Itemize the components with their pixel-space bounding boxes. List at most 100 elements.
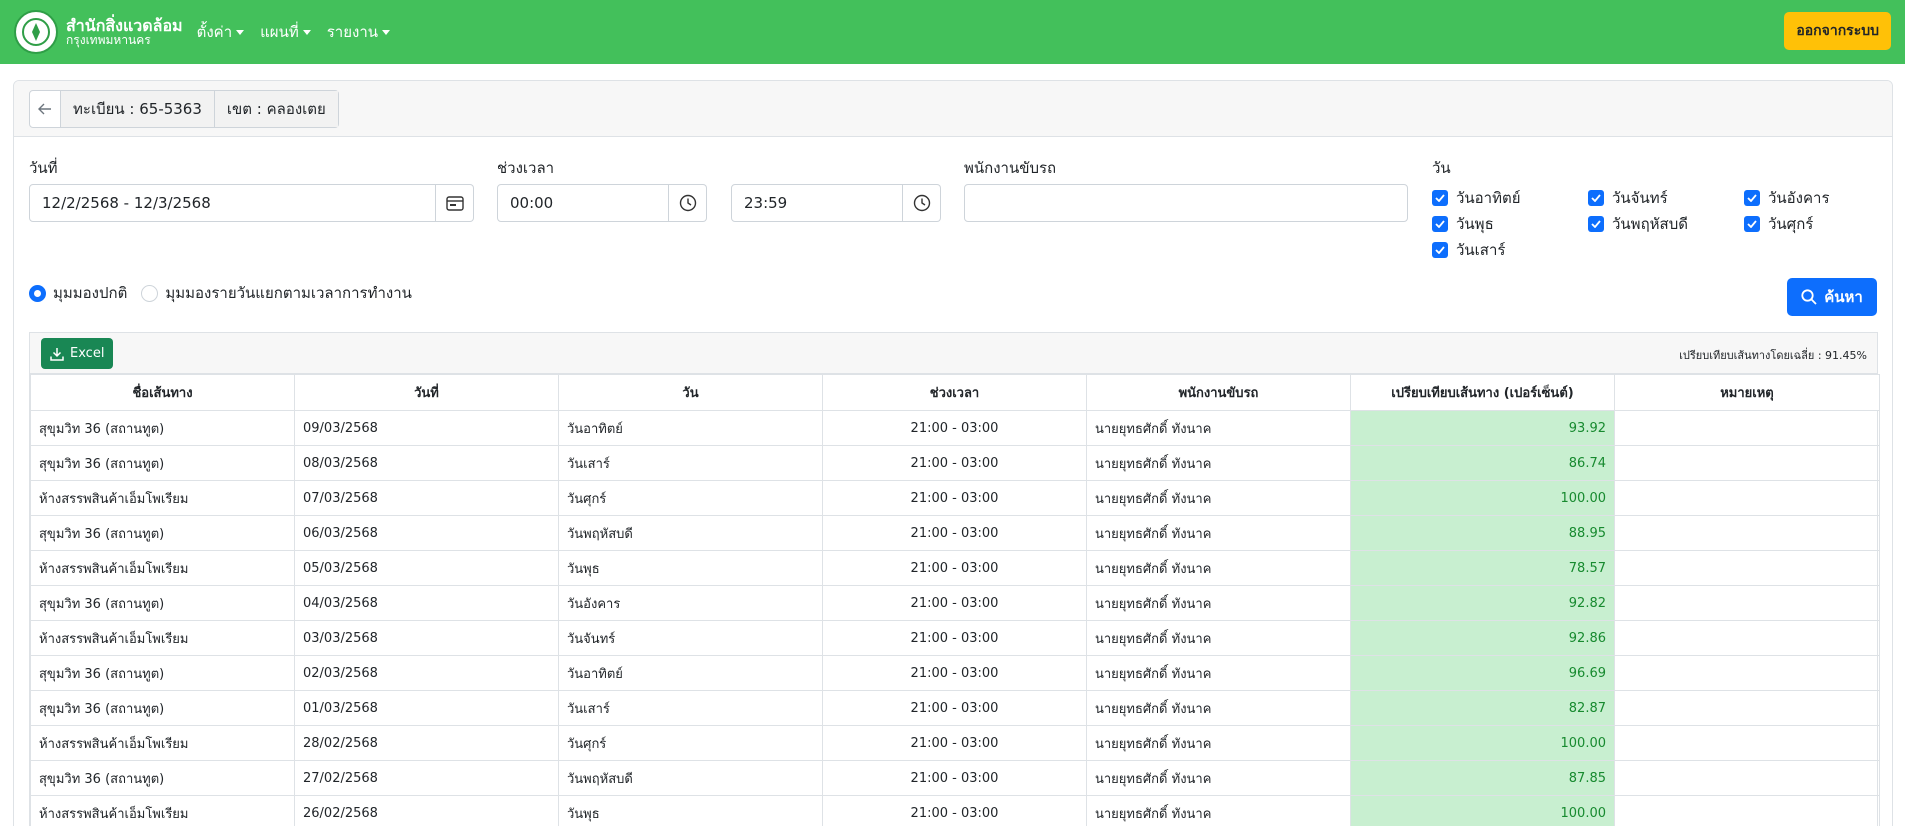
menu-map[interactable]: แผนที่ bbox=[260, 20, 311, 44]
cell-day: วันอังคาร bbox=[558, 585, 823, 621]
cell-day: วันอาทิตย์ bbox=[558, 410, 823, 446]
cell-date: 04/03/2568 bbox=[294, 585, 559, 621]
cell-remark bbox=[1614, 550, 1880, 586]
results-table: ชื่อเส้นทาง วันที่ วัน ช่วงเวลา พนักงานข… bbox=[30, 374, 1880, 826]
cell-remark bbox=[1614, 690, 1880, 726]
cell-time-range: 21:00 - 03:00 bbox=[822, 725, 1087, 761]
table-row: ห้างสรรพสินค้าเอ็มโพเรียม 28/02/2568 วัน… bbox=[30, 725, 1880, 761]
cell-time-range: 21:00 - 03:00 bbox=[822, 445, 1087, 481]
checkbox-checked-icon bbox=[1744, 216, 1760, 232]
cell-day: วันเสาร์ bbox=[558, 690, 823, 726]
table-row: สุขุมวิท 36 (สถานทูต) 27/02/2568 วันพฤหั… bbox=[30, 760, 1880, 796]
cell-driver: นายยุทธศักดิ์ ทังนาค bbox=[1086, 480, 1351, 516]
cell-route-percent: 92.82 bbox=[1350, 585, 1615, 621]
checkbox-wednesday-label: วันพุธ bbox=[1456, 215, 1494, 233]
column-header-driver[interactable]: พนักงานขับรถ bbox=[1086, 374, 1351, 411]
checkbox-checked-icon bbox=[1744, 190, 1760, 206]
brand-name[interactable]: สำนักสิ่งแวดล้อม กรุงเทพมหานคร bbox=[66, 17, 183, 48]
search-button[interactable]: ค้นหา bbox=[1787, 278, 1877, 316]
column-header-route-percent[interactable]: เปรียบเทียบเส้นทาง (เปอร์เซ็นต์) bbox=[1350, 374, 1615, 411]
column-header-route[interactable]: ชื่อเส้นทาง bbox=[30, 374, 295, 411]
cell-date: 06/03/2568 bbox=[294, 515, 559, 551]
checkbox-thursday-label: วันพฤหัสบดี bbox=[1612, 215, 1688, 233]
card-header: ทะเบียน : 65-5363 เขต : คลองเตย bbox=[14, 81, 1892, 137]
cell-route: สุขุมวิท 36 (สถานทูต) bbox=[30, 410, 295, 446]
radio-daily-view[interactable] bbox=[141, 284, 159, 302]
calendar-button[interactable] bbox=[436, 184, 474, 222]
table-row: สุขุมวิท 36 (สถานทูต) 08/03/2568 วันเสาร… bbox=[30, 445, 1880, 481]
menu-map-label: แผนที่ bbox=[260, 23, 299, 41]
cell-remark bbox=[1614, 410, 1880, 446]
cell-date: 27/02/2568 bbox=[294, 760, 559, 796]
cell-remark bbox=[1614, 445, 1880, 481]
date-range-input[interactable]: 12/2/2568 - 12/3/2568 bbox=[29, 184, 436, 222]
table-row: สุขุมวิท 36 (สถานทูต) 06/03/2568 วันพฤหั… bbox=[30, 515, 1880, 551]
column-header-day[interactable]: วัน bbox=[558, 374, 823, 411]
cell-route: สุขุมวิท 36 (สถานทูต) bbox=[30, 655, 295, 691]
column-header-date[interactable]: วันที่ bbox=[294, 374, 559, 411]
checkbox-saturday-label: วันเสาร์ bbox=[1456, 241, 1506, 259]
time-start-clock-button[interactable] bbox=[669, 184, 707, 222]
cell-driver: นายยุทธศักดิ์ ทังนาค bbox=[1086, 690, 1351, 726]
checkbox-checked-icon bbox=[1588, 216, 1604, 232]
vehicle-breadcrumb: ทะเบียน : 65-5363 เขต : คลองเตย bbox=[29, 89, 339, 128]
cell-route: ห้างสรรพสินค้าเอ็มโพเรียม bbox=[30, 620, 295, 656]
checkbox-friday[interactable]: วันศุกร์ bbox=[1744, 212, 1813, 236]
checkbox-friday-label: วันศุกร์ bbox=[1768, 215, 1814, 233]
checkbox-sunday-label: วันอาทิตย์ bbox=[1456, 189, 1521, 207]
cell-driver: นายยุทธศักดิ์ ทังนาค bbox=[1086, 620, 1351, 656]
column-header-remark[interactable]: หมายเหตุ bbox=[1614, 374, 1880, 411]
checkbox-saturday[interactable]: วันเสาร์ bbox=[1432, 238, 1505, 262]
time-start-input[interactable]: 00:00 bbox=[497, 184, 669, 222]
driver-input[interactable] bbox=[964, 184, 1408, 222]
menu-settings-label: ตั้งค่า bbox=[196, 23, 233, 41]
report-card: ทะเบียน : 65-5363 เขต : คลองเตย วันที่ ช… bbox=[13, 80, 1893, 826]
bangkok-seal-logo[interactable] bbox=[14, 10, 58, 54]
checkbox-sunday[interactable]: วันอาทิตย์ bbox=[1432, 186, 1521, 210]
cell-date: 02/03/2568 bbox=[294, 655, 559, 691]
cell-driver: นายยุทธศักดิ์ ทังนาค bbox=[1086, 655, 1351, 691]
table-row: สุขุมวิท 36 (สถานทูต) 09/03/2568 วันอาทิ… bbox=[30, 410, 1880, 446]
column-header-time-range[interactable]: ช่วงเวลา bbox=[822, 374, 1087, 411]
cell-remark bbox=[1614, 480, 1880, 516]
time-end-input[interactable]: 23:59 bbox=[731, 184, 903, 222]
table-row: สุขุมวิท 36 (สถานทูต) 01/03/2568 วันเสาร… bbox=[30, 690, 1880, 726]
checkbox-monday-label: วันจันทร์ bbox=[1612, 189, 1668, 207]
arrow-left-icon bbox=[38, 103, 51, 114]
checkbox-thursday[interactable]: วันพฤหัสบดี bbox=[1588, 212, 1688, 236]
cell-date: 28/02/2568 bbox=[294, 725, 559, 761]
checkbox-checked-icon bbox=[1588, 190, 1604, 206]
table-row: สุขุมวิท 36 (สถานทูต) 04/03/2568 วันอังค… bbox=[30, 585, 1880, 621]
cell-date: 26/02/2568 bbox=[294, 795, 559, 826]
menu-report[interactable]: รายงาน bbox=[326, 20, 391, 44]
cell-date: 01/03/2568 bbox=[294, 690, 559, 726]
driver-label: พนักงานขับรถ bbox=[964, 159, 1057, 177]
checkbox-wednesday[interactable]: วันพุธ bbox=[1432, 212, 1494, 236]
date-range-group: 12/2/2568 - 12/3/2568 bbox=[29, 184, 474, 222]
logout-button[interactable]: ออกจากระบบ bbox=[1784, 12, 1891, 50]
back-button[interactable] bbox=[30, 90, 61, 127]
time-end-clock-button[interactable] bbox=[903, 184, 941, 222]
table-row: ห้างสรรพสินค้าเอ็มโพเรียม 26/02/2568 วัน… bbox=[30, 795, 1880, 826]
cell-remark bbox=[1614, 585, 1880, 621]
cell-remark bbox=[1614, 655, 1880, 691]
export-excel-label: Excel bbox=[70, 346, 105, 361]
time-end-group: 23:59 bbox=[731, 184, 941, 222]
checkbox-monday[interactable]: วันจันทร์ bbox=[1588, 186, 1668, 210]
checkbox-checked-icon bbox=[1432, 216, 1448, 232]
menu-settings[interactable]: ตั้งค่า bbox=[197, 20, 245, 44]
brand-title: สำนักสิ่งแวดล้อม bbox=[66, 15, 183, 35]
cell-route: ห้างสรรพสินค้าเอ็มโพเรียม bbox=[30, 550, 295, 586]
cell-driver: นายยุทธศักดิ์ ทังนาค bbox=[1086, 725, 1351, 761]
average-route-comparison: เปรียบเทียบเส้นทางโดยเฉลี่ย : 91.45% bbox=[1679, 349, 1867, 362]
cell-route: สุขุมวิท 36 (สถานทูต) bbox=[30, 760, 295, 796]
radio-normal-view[interactable] bbox=[29, 284, 46, 302]
cell-route-percent: 96.69 bbox=[1350, 655, 1615, 691]
seal-icon bbox=[22, 18, 50, 46]
checkbox-tuesday[interactable]: วันอังคาร bbox=[1744, 186, 1830, 210]
cell-day: วันศุกร์ bbox=[558, 480, 823, 516]
menu-report-label: รายงาน bbox=[326, 23, 379, 41]
time-start-group: 00:00 bbox=[497, 184, 707, 222]
cell-remark bbox=[1614, 515, 1880, 551]
export-excel-button[interactable]: Excel bbox=[41, 338, 114, 369]
